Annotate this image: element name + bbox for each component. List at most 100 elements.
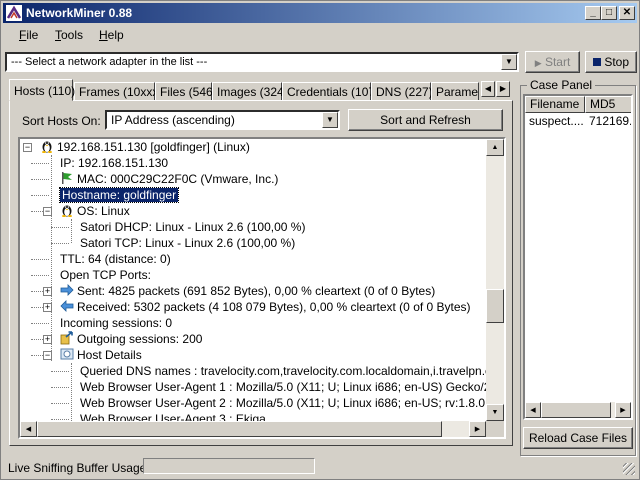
- tree-collapse-icon[interactable]: −: [43, 351, 52, 360]
- tree-collapse-icon[interactable]: −: [43, 207, 52, 216]
- arrow-right-icon: [60, 284, 77, 298]
- tree-node-label: Web Browser User-Agent 1 : Mozilla/5.0 (…: [80, 380, 486, 394]
- tree-expand-icon[interactable]: +: [43, 287, 52, 296]
- tab-images[interactable]: Images (324): [212, 82, 288, 101]
- start-button[interactable]: ▶ Start: [525, 51, 580, 73]
- tree-node[interactable]: Host Details: [60, 347, 142, 363]
- details-icon: [60, 348, 77, 362]
- tree-node-label: Sent: 4825 packets (691 852 Bytes), 0,00…: [77, 284, 436, 298]
- tree-node-label: IP: 192.168.151.130: [60, 156, 169, 170]
- tree-connector: [31, 275, 49, 276]
- tab-hosts[interactable]: Hosts (110): [9, 79, 75, 101]
- column-header-filename[interactable]: Filename: [525, 96, 585, 113]
- tab-scroll-left-button[interactable]: ◀: [481, 81, 495, 97]
- tree-connector: [51, 419, 69, 420]
- case-file-name[interactable]: suspect....: [525, 114, 585, 128]
- menu-help[interactable]: Help: [99, 28, 124, 42]
- linux-penguin-icon: [40, 140, 57, 154]
- tree-node[interactable]: Satori TCP: Linux - Linux 2.6 (100,00 %): [80, 235, 295, 251]
- close-button[interactable]: ✕: [619, 6, 635, 20]
- menu-bar: File Tools Help: [3, 25, 637, 45]
- stop-button[interactable]: Stop: [585, 51, 637, 73]
- arrow-left-icon: [60, 300, 77, 314]
- tree-node[interactable]: Open TCP Ports:: [60, 267, 151, 283]
- tree-node[interactable]: Web Browser User-Agent 2 : Mozilla/5.0 (…: [80, 395, 486, 411]
- scroll-left-arrow-icon[interactable]: ◀: [20, 421, 37, 437]
- tree-connector: [31, 323, 49, 324]
- linux-penguin-icon: [60, 204, 77, 218]
- tree-node[interactable]: Received: 5302 packets (4 108 079 Bytes)…: [60, 299, 471, 315]
- tree-node[interactable]: Hostname: goldfinger: [58, 187, 180, 203]
- tree-node[interactable]: MAC: 000C29C22F0C (Vmware, Inc.): [60, 171, 278, 187]
- network-adapter-select-value: --- Select a network adapter in the list…: [11, 56, 208, 68]
- minimize-button[interactable]: _: [585, 6, 601, 20]
- case-files-list[interactable]: Filename MD5 suspect.... 712169.... ◀ ▶: [523, 94, 633, 420]
- sort-and-refresh-button[interactable]: Sort and Refresh: [348, 109, 503, 131]
- chevron-down-icon[interactable]: ▼: [501, 54, 517, 70]
- hosts-tree-vertical-scrollbar[interactable]: ▲ ▼: [486, 139, 504, 421]
- tree-connector: [51, 227, 69, 228]
- tab-scroll-right-button[interactable]: ▶: [496, 81, 510, 97]
- status-bar: Live Sniffing Buffer Usage:: [3, 456, 637, 477]
- menu-tools[interactable]: Tools: [55, 28, 83, 42]
- tree-node[interactable]: Satori DHCP: Linux - Linux 2.6 (100,00 %…: [80, 219, 305, 235]
- play-icon: ▶: [534, 58, 542, 68]
- tree-connector: [51, 371, 69, 372]
- tree-node[interactable]: TTL: 64 (distance: 0): [60, 251, 171, 267]
- tree-node[interactable]: OS: Linux: [60, 203, 130, 219]
- maximize-button[interactable]: □: [601, 6, 617, 20]
- tree-node-label: Host Details: [77, 348, 142, 362]
- tree-connector: [51, 387, 69, 388]
- tree-node[interactable]: Outgoing sessions: 200: [60, 331, 202, 347]
- tree-node[interactable]: IP: 192.168.151.130: [60, 155, 168, 171]
- hosts-tree-horizontal-scrollbar[interactable]: ◀ ▶: [20, 421, 486, 437]
- tree-expand-icon[interactable]: +: [43, 303, 52, 312]
- hosts-tree[interactable]: − 192.168.151.130 [goldfinger] (Linux) IP:…: [18, 137, 506, 439]
- tree-connector: [31, 179, 49, 180]
- scroll-thumb[interactable]: [541, 402, 611, 418]
- case-panel-title: Case Panel: [527, 78, 596, 92]
- tab-parameters[interactable]: Paramete: [431, 82, 479, 101]
- scroll-thumb[interactable]: [37, 421, 442, 437]
- tree-node-label: Open TCP Ports:: [60, 268, 151, 282]
- tree-connector: [51, 403, 69, 404]
- column-header-md5[interactable]: MD5: [585, 96, 631, 113]
- tree-connector: [31, 259, 49, 260]
- scroll-right-arrow-icon[interactable]: ▶: [615, 402, 631, 418]
- tab-frames[interactable]: Frames (10xxx): [74, 82, 162, 101]
- case-list-horizontal-scrollbar[interactable]: ◀ ▶: [525, 402, 631, 418]
- case-file-md5[interactable]: 712169....: [585, 114, 631, 128]
- reload-case-files-button[interactable]: Reload Case Files: [523, 427, 633, 449]
- sort-hosts-select[interactable]: IP Address (ascending) ▼: [105, 110, 340, 130]
- tree-node-label: Satori DHCP: Linux - Linux 2.6 (100,00 %…: [80, 220, 306, 234]
- tree-collapse-icon[interactable]: −: [23, 143, 32, 152]
- tree-node[interactable]: Web Browser User-Agent 1 : Mozilla/5.0 (…: [80, 379, 486, 395]
- scroll-up-arrow-icon[interactable]: ▲: [486, 139, 504, 156]
- tab-dns[interactable]: DNS (227): [371, 82, 433, 101]
- tab-files[interactable]: Files (546): [155, 82, 217, 101]
- tree-node[interactable]: 192.168.151.130 [goldfinger] (Linux): [40, 139, 250, 155]
- live-sniffing-buffer-progress: [143, 458, 315, 474]
- sort-hosts-label: Sort Hosts On:: [22, 114, 101, 128]
- sort-hosts-select-value: IP Address (ascending): [111, 113, 235, 127]
- tree-node-label: MAC: 000C29C22F0C (Vmware, Inc.): [77, 172, 279, 186]
- scroll-right-arrow-icon[interactable]: ▶: [469, 421, 486, 437]
- network-adapter-select[interactable]: --- Select a network adapter in the list…: [5, 52, 519, 72]
- tab-credentials[interactable]: Credentials (107): [282, 82, 379, 101]
- tree-node[interactable]: Queried DNS names : travelocity.com,trav…: [80, 363, 486, 379]
- tree-connector: [31, 163, 49, 164]
- menu-file[interactable]: File: [19, 28, 38, 42]
- scroll-thumb[interactable]: [486, 289, 504, 323]
- tree-node-label: TTL: 64 (distance: 0): [60, 252, 171, 266]
- nic-flag-icon: [60, 172, 77, 186]
- resize-grip-icon[interactable]: [623, 463, 635, 475]
- networkminer-window: NetworkMiner 0.88 _ □ ✕ File Tools Help …: [0, 0, 640, 480]
- scroll-down-arrow-icon[interactable]: ▼: [486, 404, 504, 421]
- stop-button-label: Stop: [604, 55, 630, 69]
- chevron-down-icon[interactable]: ▼: [322, 112, 338, 128]
- tree-expand-icon[interactable]: +: [43, 335, 52, 344]
- scroll-left-arrow-icon[interactable]: ◀: [525, 402, 541, 418]
- tree-node[interactable]: Sent: 4825 packets (691 852 Bytes), 0,00…: [60, 283, 435, 299]
- title-bar[interactable]: NetworkMiner 0.88 _ □ ✕: [3, 3, 637, 23]
- tree-node[interactable]: Incoming sessions: 0: [60, 315, 172, 331]
